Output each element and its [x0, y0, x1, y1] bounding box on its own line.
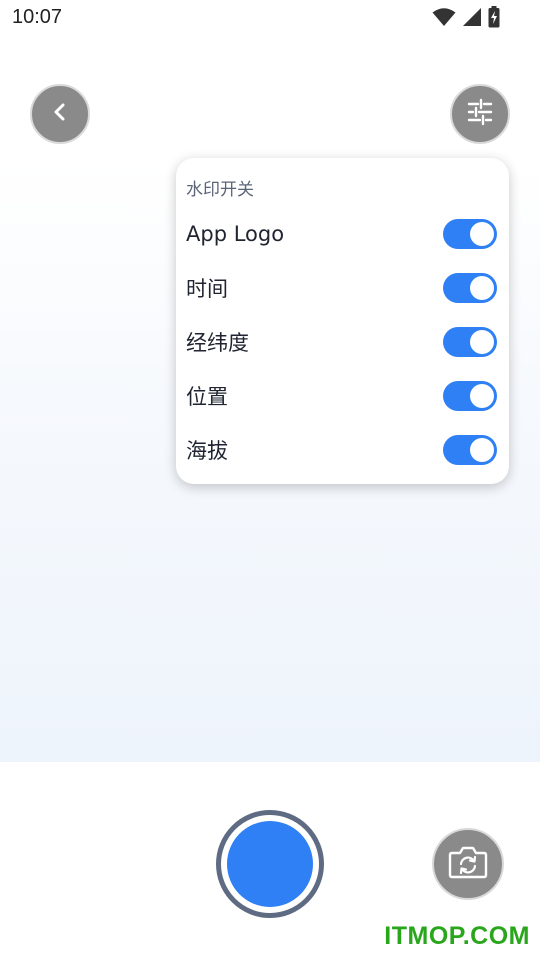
watermark-panel: 水印开关 App Logo 时间 经纬度 位置 海拔	[176, 158, 509, 484]
coordinates-toggle[interactable]	[443, 327, 497, 357]
toggle-row-app-logo[interactable]: App Logo	[176, 207, 509, 261]
panel-title: 水印开关	[186, 180, 254, 200]
toggle-row-location[interactable]: 位置	[176, 369, 509, 423]
sliders-icon	[466, 98, 494, 130]
toggle-row-coordinates[interactable]: 经纬度	[176, 315, 509, 369]
watermark-settings-button[interactable]	[450, 84, 510, 144]
site-watermark: ITMOP.COM	[384, 922, 530, 950]
status-bar: 10:07	[0, 0, 540, 36]
altitude-toggle[interactable]	[443, 435, 497, 465]
toggle-knob	[470, 222, 494, 246]
toggle-label: 海拔	[186, 439, 228, 463]
toggle-knob	[470, 384, 494, 408]
back-button[interactable]	[30, 84, 90, 144]
location-toggle[interactable]	[443, 381, 497, 411]
chevron-left-icon	[48, 100, 72, 128]
time-toggle[interactable]	[443, 273, 497, 303]
toggle-row-time[interactable]: 时间	[176, 261, 509, 315]
toggle-label: 经纬度	[186, 331, 249, 355]
shutter-inner	[227, 821, 313, 907]
shutter-button[interactable]	[216, 810, 324, 918]
status-time: 10:07	[12, 6, 63, 28]
flip-camera-button[interactable]	[432, 828, 504, 900]
toggle-label: 位置	[186, 385, 228, 409]
status-icons	[432, 6, 500, 28]
toggle-label: App Logo	[186, 222, 285, 246]
app-logo-toggle[interactable]	[443, 219, 497, 249]
wifi-icon	[432, 7, 456, 27]
toggle-row-altitude[interactable]: 海拔	[176, 423, 509, 477]
toggle-knob	[470, 438, 494, 462]
camera-flip-icon	[448, 844, 488, 884]
toggle-knob	[470, 276, 494, 300]
toggle-knob	[470, 330, 494, 354]
toggle-label: 时间	[186, 277, 228, 301]
battery-charging-icon	[488, 6, 500, 28]
cell-signal-icon	[462, 7, 482, 27]
